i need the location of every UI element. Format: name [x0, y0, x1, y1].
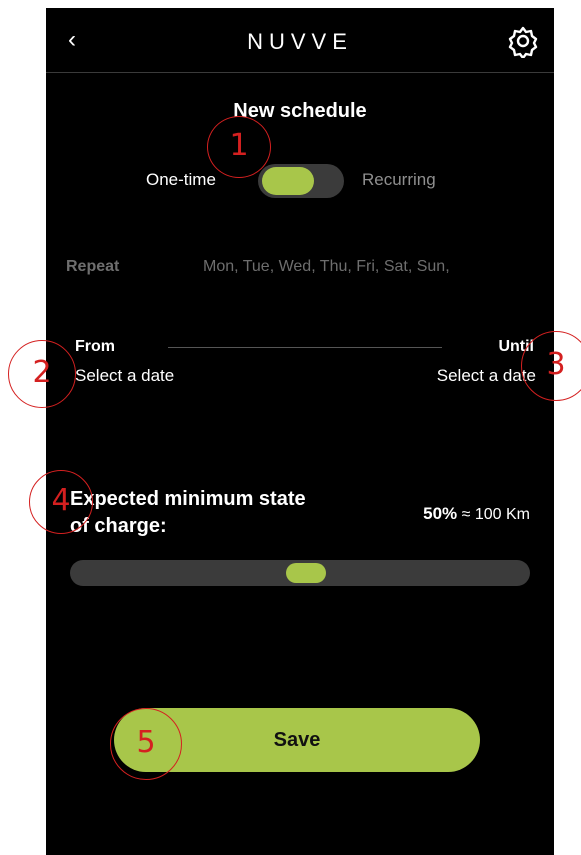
charge-percent: 50%	[423, 504, 458, 523]
back-button[interactable]: ‹	[58, 24, 86, 56]
charge-slider[interactable]	[70, 560, 530, 586]
chevron-left-icon: ‹	[68, 26, 76, 53]
header-divider	[46, 72, 554, 73]
slider-thumb[interactable]	[286, 563, 326, 583]
top-bar: ‹ NUVVE	[46, 8, 554, 72]
schedule-type-toggle[interactable]	[258, 164, 344, 198]
one-time-label[interactable]: One-time	[146, 170, 216, 190]
from-label: From	[75, 338, 115, 355]
schedule-type-switch: One-time Recurring	[46, 164, 554, 198]
app-logo: NUVVE	[247, 29, 353, 54]
annotation-4: 4	[29, 470, 93, 534]
charge-range: ≈ 100 Km	[461, 506, 530, 523]
from-date-picker[interactable]: Select a date	[75, 366, 174, 386]
annotation-5: 5	[110, 708, 182, 780]
annotation-2: 2	[8, 340, 76, 408]
repeat-label: Repeat	[66, 258, 120, 275]
repeat-days: Mon, Tue, Wed, Thu, Fri, Sat, Sun,	[203, 258, 450, 275]
recurring-label[interactable]: Recurring	[362, 170, 436, 190]
gear-icon	[508, 26, 538, 60]
settings-button[interactable]	[506, 24, 540, 60]
annotation-1: 1	[207, 116, 271, 178]
charge-value: 50% ≈ 100 Km	[423, 504, 530, 524]
repeat-row: Repeat Mon, Tue, Wed, Thu, Fri, Sat, Sun…	[46, 256, 554, 280]
page-title: New schedule	[233, 100, 367, 122]
date-range-divider	[168, 347, 442, 348]
toggle-knob	[262, 167, 314, 195]
charge-label: Expected minimum state of charge:	[70, 488, 306, 537]
